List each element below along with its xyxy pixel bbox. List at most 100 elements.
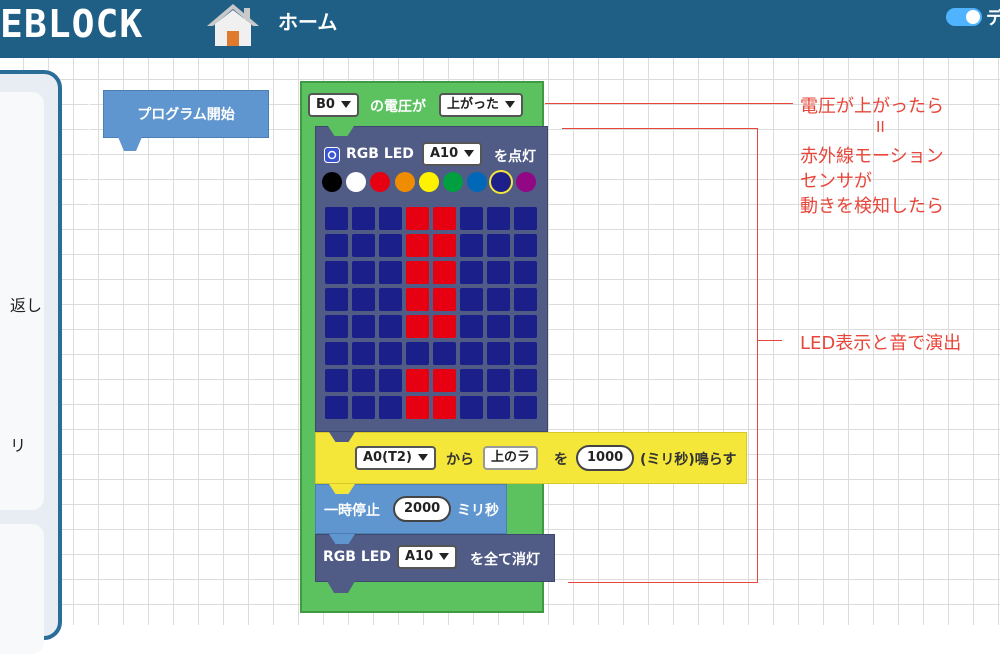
led-cell[interactable] <box>514 369 537 392</box>
led-cell[interactable] <box>433 342 456 365</box>
annotation-text: 電圧が上がったら <box>800 96 944 117</box>
palette-card[interactable]: 返し リ <box>0 92 44 510</box>
led-cell[interactable] <box>487 369 510 392</box>
app-header: EBLOCK ホーム デ <box>0 0 1000 58</box>
off-pin-dropdown[interactable]: A10 <box>397 545 458 569</box>
led-cell[interactable] <box>379 288 402 311</box>
home-icon[interactable] <box>204 2 262 48</box>
led-cell[interactable] <box>514 207 537 230</box>
led-cell[interactable] <box>487 288 510 311</box>
palette-card[interactable] <box>0 524 44 654</box>
led-cell[interactable] <box>460 396 483 419</box>
led-cell[interactable] <box>514 315 537 338</box>
led-cell[interactable] <box>406 315 429 338</box>
led-cell[interactable] <box>325 396 348 419</box>
led-cell[interactable] <box>352 369 375 392</box>
led-cell[interactable] <box>406 234 429 257</box>
led-cell[interactable] <box>514 396 537 419</box>
condition-dropdown[interactable]: 上がった <box>439 93 524 117</box>
led-cell[interactable] <box>352 234 375 257</box>
led-cell[interactable] <box>379 342 402 365</box>
led-matrix <box>325 207 539 421</box>
led-cell[interactable] <box>379 234 402 257</box>
home-link[interactable]: ホーム <box>278 6 337 35</box>
duration-input[interactable]: 1000 <box>576 445 635 471</box>
led-cell[interactable] <box>487 342 510 365</box>
led-cell[interactable] <box>379 369 402 392</box>
led-cell[interactable] <box>460 261 483 284</box>
led-cell[interactable] <box>352 315 375 338</box>
chevron-down-icon <box>505 101 516 108</box>
buzzer-pin-dropdown[interactable]: A0(T2) <box>355 446 436 470</box>
led-cell[interactable] <box>379 261 402 284</box>
led-cell[interactable] <box>352 342 375 365</box>
led-cell[interactable] <box>487 261 510 284</box>
note-selector[interactable]: 上のラ <box>483 446 539 470</box>
led-cell[interactable] <box>406 261 429 284</box>
led-cell[interactable] <box>406 369 429 392</box>
led-cell[interactable] <box>460 234 483 257</box>
led-cell[interactable] <box>460 288 483 311</box>
led-cell[interactable] <box>325 288 348 311</box>
mode-toggle[interactable] <box>946 8 982 26</box>
led-cell[interactable] <box>433 315 456 338</box>
color-swatch[interactable] <box>515 172 536 192</box>
annotation-text: LED表示と音で演出 <box>800 333 962 354</box>
led-cell[interactable] <box>433 288 456 311</box>
led-cell[interactable] <box>406 342 429 365</box>
led-cell[interactable] <box>433 261 456 284</box>
led-cell[interactable] <box>514 288 537 311</box>
led-cell[interactable] <box>514 234 537 257</box>
block-palette-panel[interactable]: 返し リ <box>0 70 62 654</box>
led-cell[interactable] <box>325 369 348 392</box>
color-swatch[interactable] <box>394 172 415 192</box>
led-cell[interactable] <box>352 288 375 311</box>
led-cell[interactable] <box>514 342 537 365</box>
condition-dropdown-value: 上がった <box>447 97 500 112</box>
led-cell[interactable] <box>460 207 483 230</box>
led-cell[interactable] <box>352 396 375 419</box>
note-value: 上のラ <box>491 450 531 465</box>
led-cell[interactable] <box>325 315 348 338</box>
led-cell[interactable] <box>352 207 375 230</box>
palette-item-fragment[interactable]: 返し <box>10 292 42 316</box>
led-cell[interactable] <box>433 207 456 230</box>
annotation-text: II <box>876 118 885 136</box>
pin-dropdown[interactable]: B0 <box>308 93 359 117</box>
led-cell[interactable] <box>460 315 483 338</box>
led-cell[interactable] <box>352 261 375 284</box>
led-cell[interactable] <box>487 234 510 257</box>
rgb-led-suffix: を点灯 <box>494 149 536 165</box>
led-cell[interactable] <box>460 342 483 365</box>
led-cell[interactable] <box>379 207 402 230</box>
led-cell[interactable] <box>406 288 429 311</box>
led-cell[interactable] <box>487 207 510 230</box>
led-cell[interactable] <box>406 207 429 230</box>
annotation-bracket <box>568 582 758 583</box>
led-cell[interactable] <box>433 369 456 392</box>
led-cell[interactable] <box>379 396 402 419</box>
buzzer-wo-text: を <box>554 452 568 468</box>
buzzer-from-text: から <box>446 452 474 468</box>
led-cell[interactable] <box>325 342 348 365</box>
off-rgb-label: RGB LED <box>323 549 391 565</box>
chevron-down-icon <box>417 454 428 461</box>
color-swatch[interactable] <box>418 172 439 192</box>
palette-item-fragment[interactable]: リ <box>10 432 26 456</box>
led-cell[interactable] <box>325 234 348 257</box>
led-cell[interactable] <box>460 369 483 392</box>
led-cell[interactable] <box>325 261 348 284</box>
led-cell[interactable] <box>325 207 348 230</box>
wait-duration-input[interactable]: 2000 <box>393 496 452 522</box>
color-swatch[interactable] <box>322 172 342 192</box>
led-cell[interactable] <box>433 234 456 257</box>
program-start-block[interactable]: プログラム開始 <box>103 90 269 138</box>
led-cell[interactable] <box>406 396 429 419</box>
color-swatch[interactable] <box>443 172 463 192</box>
rgb-pin-dropdown[interactable]: A10 <box>422 142 483 166</box>
led-cell[interactable] <box>433 396 456 419</box>
led-cell[interactable] <box>487 315 510 338</box>
led-cell[interactable] <box>514 261 537 284</box>
led-cell[interactable] <box>487 396 510 419</box>
led-cell[interactable] <box>379 315 402 338</box>
